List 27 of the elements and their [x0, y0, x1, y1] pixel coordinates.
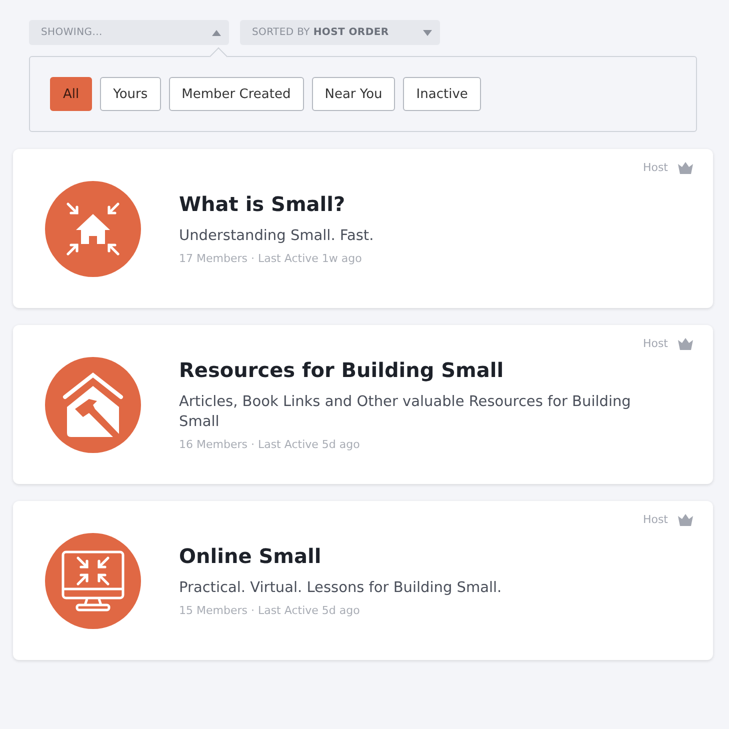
house-arrows-icon	[45, 180, 141, 276]
group-description: Understanding Small. Fast.	[179, 227, 374, 246]
group-title: Resources for Building Small	[179, 358, 505, 382]
group-card[interactable]: Online Small Practical. Virtual. Lessons for Building Small. 15 Members · Last Active 5d ago Host	[13, 501, 713, 660]
group-title: Online Small	[179, 544, 322, 568]
role-label: Host	[642, 337, 668, 350]
group-card[interactable]: Resources for Building Small Articles, Book Links and Other valuable Resources for Building Small 16 Members · Last Active 5d ago Host	[13, 325, 713, 484]
group-title: What is Small?	[179, 192, 346, 216]
house-hammer-icon	[45, 356, 141, 452]
group-meta: 15 Members · Last Active 5d ago	[179, 604, 361, 617]
filter-chip[interactable]: Inactive	[403, 77, 481, 111]
role-label: Host	[642, 513, 668, 526]
crown-icon	[678, 162, 693, 174]
group-description: Practical. Virtual. Lessons for Building Small.	[179, 579, 502, 598]
filter-chip[interactable]: Yours	[100, 77, 161, 111]
role-label: Host	[642, 161, 668, 174]
crown-icon	[678, 338, 693, 350]
sort-dropdown[interactable]: SORTED BY HOST ORDER	[240, 20, 440, 45]
group-meta: 16 Members · Last Active 5d ago	[179, 438, 361, 451]
filter-chip[interactable]: All	[50, 77, 92, 111]
crown-icon	[678, 514, 693, 526]
filter-chip[interactable]: Near You	[312, 77, 396, 111]
group-meta: 17 Members · Last Active 1w ago	[179, 252, 363, 265]
group-card[interactable]: What is Small? Understanding Small. Fast. 17 Members · Last Active 1w ago Host	[13, 149, 713, 308]
filter-chip[interactable]: Member Created	[168, 77, 304, 111]
monitor-arrows-icon	[45, 532, 141, 628]
group-description: Articles, Book Links and Other valuable Resources for Building Small	[179, 393, 632, 432]
